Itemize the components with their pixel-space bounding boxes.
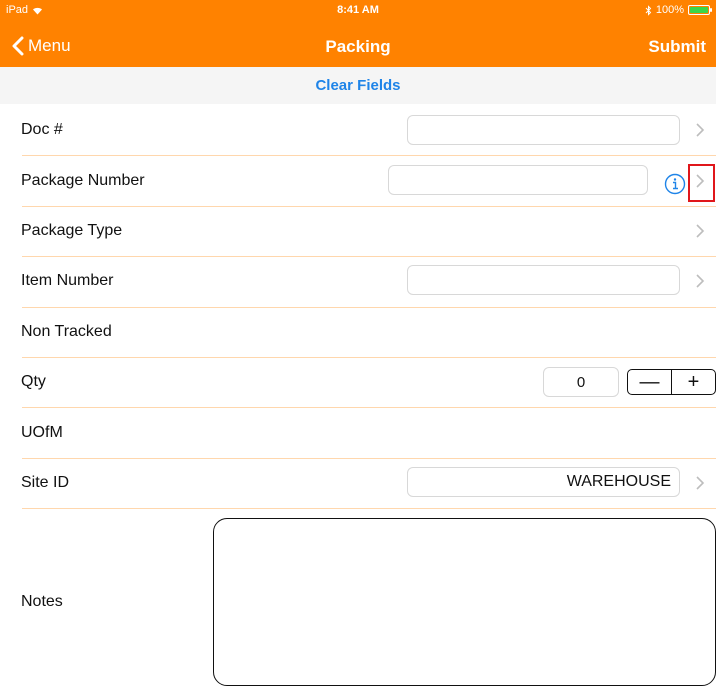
row-non-tracked: Non Tracked (0, 307, 716, 357)
packing-screen: iPad 8:41 AM 100% Menu Packing Submit Cl… (0, 0, 716, 687)
status-time: 8:41 AM (337, 4, 379, 16)
qty-label: Qty (21, 373, 46, 390)
row-package-number: Package Number (0, 156, 716, 206)
top-bar: iPad 8:41 AM 100% Menu Packing Submit (0, 0, 716, 67)
doc-input[interactable] (407, 115, 680, 145)
qty-stepper: — + (627, 369, 716, 395)
notes-label: Notes (21, 593, 63, 610)
non-tracked-label: Non Tracked (21, 323, 112, 340)
uofm-label: UOfM (21, 424, 63, 441)
site-id-input[interactable]: WAREHOUSE (407, 467, 680, 497)
clear-fields-bar: Clear Fields (0, 67, 716, 104)
row-doc: Doc # (0, 105, 716, 155)
battery-icon (688, 5, 712, 15)
package-number-label: Package Number (21, 172, 145, 189)
row-item-number: Item Number (0, 256, 716, 306)
item-number-label: Item Number (21, 272, 114, 289)
chevron-right-icon[interactable] (693, 222, 707, 240)
row-uofm: UOfM (0, 408, 716, 458)
notes-textarea[interactable] (213, 518, 716, 686)
item-number-input[interactable] (407, 265, 680, 295)
site-id-label: Site ID (21, 474, 70, 491)
status-right: 100% (645, 4, 712, 16)
submit-button[interactable]: Submit (648, 37, 706, 57)
row-package-type[interactable]: Package Type (0, 206, 716, 256)
increment-button[interactable]: + (672, 370, 715, 394)
info-icon[interactable] (664, 173, 686, 195)
chevron-right-icon[interactable] (693, 272, 707, 290)
package-type-label: Package Type (21, 222, 123, 239)
decrement-button[interactable]: — (628, 370, 672, 394)
navigation-bar: Menu Packing Submit (0, 28, 716, 64)
bluetooth-icon (645, 4, 652, 16)
status-bar: iPad 8:41 AM 100% (0, 0, 716, 20)
page-title: Packing (325, 37, 391, 56)
qty-input[interactable]: 0 (543, 367, 619, 397)
separator (22, 508, 716, 509)
doc-label: Doc # (21, 121, 63, 138)
battery-percent: 100% (655, 4, 684, 16)
row-site-id: Site ID WAREHOUSE (0, 458, 716, 508)
chevron-right-icon[interactable] (693, 474, 707, 492)
clear-fields-button[interactable]: Clear Fields (315, 77, 400, 94)
package-number-input[interactable] (388, 165, 648, 195)
chevron-right-icon[interactable] (693, 172, 707, 190)
chevron-right-icon[interactable] (693, 121, 707, 139)
row-qty: Qty 0 — + (0, 357, 716, 407)
